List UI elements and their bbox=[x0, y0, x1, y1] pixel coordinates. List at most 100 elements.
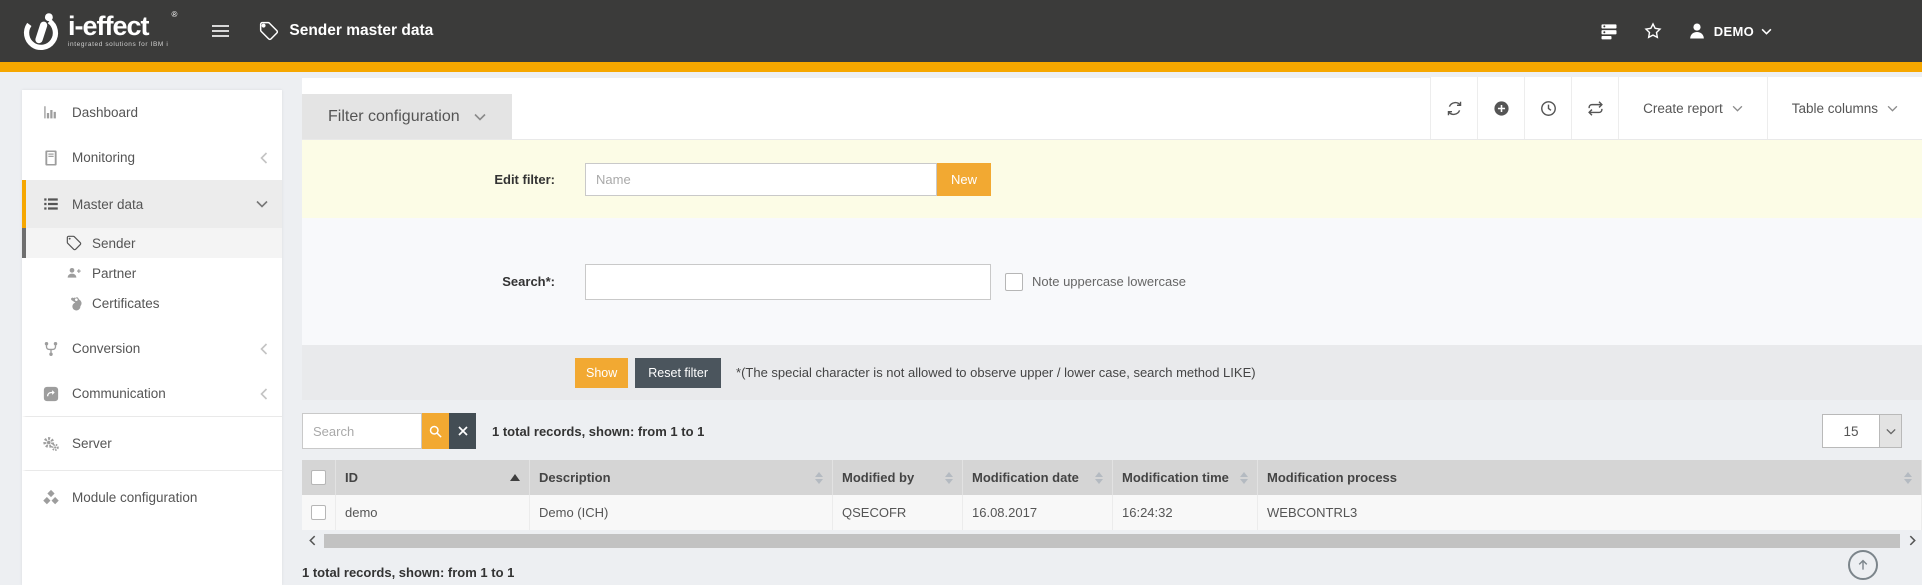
sidebar-item-server[interactable]: Server bbox=[22, 416, 282, 470]
column-header-modification-date[interactable]: Modification date bbox=[963, 460, 1113, 495]
page-size-select[interactable]: 15 bbox=[1822, 414, 1902, 448]
sort-icon bbox=[1095, 472, 1103, 484]
listing-bar: 1 total records, shown: from 1 to 1 15 bbox=[302, 413, 1922, 449]
main-content: Filter configuration bbox=[302, 78, 1922, 580]
favorites-star-icon[interactable] bbox=[1643, 21, 1663, 41]
sort-icon bbox=[945, 472, 953, 484]
cell-description: Demo (ICH) bbox=[530, 495, 833, 530]
chevron-down-icon bbox=[1879, 415, 1901, 447]
filter-note: *(The special character is not allowed t… bbox=[736, 365, 1256, 380]
communication-icon bbox=[42, 385, 60, 403]
table-search-input[interactable] bbox=[302, 413, 422, 449]
cell-modified-by: QSECOFR bbox=[833, 495, 963, 530]
monitoring-icon bbox=[42, 149, 60, 167]
case-sensitive-label: Note uppercase lowercase bbox=[1032, 274, 1186, 289]
chevron-down-icon bbox=[1761, 28, 1772, 35]
user-menu[interactable]: DEMO bbox=[1687, 21, 1772, 41]
partner-icon bbox=[66, 265, 82, 281]
cell-modification-time: 16:24:32 bbox=[1113, 495, 1258, 530]
conversion-branch-icon bbox=[42, 340, 60, 358]
column-header-modification-process[interactable]: Modification process bbox=[1258, 460, 1922, 495]
chevron-down-icon bbox=[1732, 105, 1743, 112]
column-header-modified-by[interactable]: Modified by bbox=[833, 460, 963, 495]
column-header-modification-time[interactable]: Modification time bbox=[1113, 460, 1258, 495]
logo-tagline: integrated solutions for IBM i bbox=[68, 42, 168, 49]
column-header-id[interactable]: ID bbox=[336, 460, 530, 495]
page-title: Sender master data bbox=[289, 22, 433, 40]
page-size-value: 15 bbox=[1823, 415, 1879, 447]
sort-icon bbox=[815, 472, 823, 484]
sidebar-item-partner[interactable]: Partner bbox=[22, 258, 282, 288]
filter-name-input[interactable] bbox=[585, 163, 937, 196]
sidebar-item-communication[interactable]: Communication bbox=[22, 371, 282, 416]
sender-tag-icon bbox=[66, 235, 82, 251]
show-button[interactable]: Show bbox=[575, 358, 628, 388]
scroll-to-top-button[interactable] bbox=[1848, 550, 1878, 580]
sort-icon bbox=[1240, 472, 1248, 484]
table-row[interactable]: demo Demo (ICH) QSECOFR 16.08.2017 16:24… bbox=[302, 495, 1922, 530]
panel-toolbar: Filter configuration bbox=[302, 78, 1922, 140]
app-logo[interactable]: i-effect® integrated solutions for IBM i bbox=[20, 10, 168, 52]
sidebar-item-conversion[interactable]: Conversion bbox=[22, 326, 282, 371]
chevron-left-icon bbox=[260, 388, 268, 400]
create-report-button[interactable]: Create report bbox=[1618, 77, 1767, 139]
registered-mark: ® bbox=[171, 11, 176, 19]
search-clear-button[interactable] bbox=[449, 413, 476, 449]
user-name: DEMO bbox=[1714, 24, 1754, 39]
scroll-left-icon[interactable] bbox=[306, 534, 318, 548]
filter-search-input[interactable] bbox=[585, 264, 991, 300]
select-all-cell bbox=[302, 460, 336, 495]
top-header: i-effect® integrated solutions for IBM i… bbox=[0, 0, 1922, 62]
sidebar-item-monitoring[interactable]: Monitoring bbox=[22, 135, 282, 180]
close-icon bbox=[457, 425, 469, 437]
new-filter-button[interactable]: New bbox=[937, 163, 991, 196]
scrollbar-track[interactable] bbox=[324, 534, 1900, 548]
sender-tag-icon bbox=[259, 21, 279, 41]
cell-modification-process: WEBCONTRL3 bbox=[1258, 495, 1922, 530]
sidebar-item-dashboard[interactable]: Dashboard bbox=[22, 90, 282, 135]
certificates-key-icon bbox=[66, 295, 82, 311]
horizontal-scrollbar bbox=[302, 533, 1922, 548]
sidebar-item-sender[interactable]: Sender bbox=[22, 228, 282, 258]
column-header-description[interactable]: Description bbox=[530, 460, 833, 495]
master-data-icon bbox=[42, 195, 60, 213]
sort-icon bbox=[1904, 472, 1912, 484]
scroll-right-icon[interactable] bbox=[1906, 534, 1918, 548]
search-icon bbox=[428, 424, 443, 439]
case-sensitive-checkbox[interactable] bbox=[1005, 273, 1023, 291]
refresh-icon bbox=[1446, 100, 1463, 117]
menu-toggle-icon[interactable] bbox=[212, 25, 229, 37]
chevron-down-icon bbox=[1887, 105, 1898, 112]
search-label: Search*: bbox=[302, 274, 585, 289]
cell-modification-date: 16.08.2017 bbox=[963, 495, 1113, 530]
sidebar-item-master-data[interactable]: Master data bbox=[22, 180, 282, 228]
user-avatar-icon bbox=[1687, 21, 1707, 41]
table-columns-button[interactable]: Table columns bbox=[1767, 77, 1922, 139]
filter-actions-section: Show Reset filter *(The special characte… bbox=[302, 345, 1922, 400]
chevron-left-icon bbox=[260, 152, 268, 164]
row-checkbox[interactable] bbox=[311, 505, 326, 520]
add-button[interactable] bbox=[1477, 77, 1524, 139]
history-button[interactable] bbox=[1524, 77, 1571, 139]
refresh-button[interactable] bbox=[1430, 77, 1477, 139]
edit-filter-label: Edit filter: bbox=[302, 172, 585, 187]
edit-filter-section: Edit filter: New bbox=[302, 140, 1922, 218]
reset-filter-button[interactable]: Reset filter bbox=[635, 358, 721, 388]
search-submit-button[interactable] bbox=[422, 413, 449, 449]
scrollbar-thumb[interactable] bbox=[324, 534, 1900, 548]
sidebar-item-certificates[interactable]: Certificates bbox=[22, 288, 282, 318]
table-header-row: ID Description Modified by Modification … bbox=[302, 460, 1922, 495]
sidebar-item-module-configuration[interactable]: Module configuration bbox=[22, 470, 282, 524]
repeat-icon bbox=[1587, 100, 1604, 117]
records-summary: 1 total records, shown: from 1 to 1 bbox=[492, 424, 704, 439]
logo-wordmark: i-effect® bbox=[68, 13, 168, 40]
sidebar-nav: Dashboard Monitoring Master data Sender bbox=[22, 90, 282, 585]
filter-configuration-tab[interactable]: Filter configuration bbox=[302, 94, 512, 139]
select-all-checkbox[interactable] bbox=[311, 470, 326, 485]
repeat-button[interactable] bbox=[1571, 77, 1618, 139]
server-status-icon[interactable] bbox=[1599, 21, 1619, 41]
row-select-cell bbox=[302, 495, 336, 530]
add-circle-icon bbox=[1493, 100, 1510, 117]
modules-cubes-icon bbox=[42, 489, 60, 507]
arrow-up-icon bbox=[1856, 558, 1870, 572]
